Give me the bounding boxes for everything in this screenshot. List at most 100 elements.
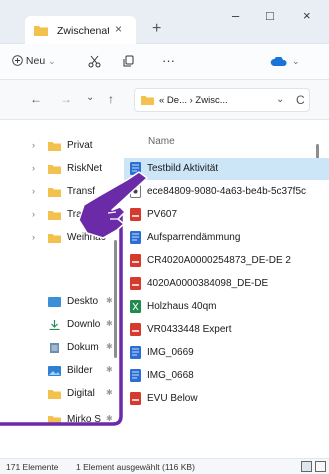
nav-item-pictures[interactable]: Bilder ✱ (20, 361, 120, 381)
file-name: Holzhaus 40qm (147, 301, 217, 312)
file-row[interactable]: 4020A0000384098_DE-DE (124, 273, 329, 295)
new-button-label: Neu (25, 55, 46, 67)
back-button[interactable]: ← (30, 92, 42, 106)
column-header-name[interactable]: Name (148, 136, 175, 147)
pictures-icon (48, 366, 61, 376)
chevron-down-icon: ⌄ (48, 56, 56, 66)
folder-icon (34, 26, 48, 36)
copy-icon[interactable] (122, 55, 135, 68)
maximize-button[interactable]: □ (266, 8, 274, 23)
title-bar: Zwischenat × + – □ × (0, 0, 329, 44)
file-name: CR4020A0000254873_DE-DE 2 (147, 255, 291, 266)
nav-item-risknet[interactable]: › RiskNet (20, 159, 120, 179)
file-name: Aufsparrendämmung (147, 232, 241, 243)
minimize-button[interactable]: – (232, 8, 239, 23)
nav-item-weihnachten[interactable]: › Weihnac (20, 228, 120, 248)
nav-item-downloads[interactable]: Downlo ✱ (20, 315, 120, 335)
nav-item-tra[interactable]: › Tra (20, 205, 120, 225)
folder-icon (48, 390, 61, 399)
pin-icon: ✱ (106, 414, 113, 423)
file-row[interactable]: Holzhaus 40qm (124, 296, 329, 318)
navigation-scrollbar[interactable] (114, 240, 117, 358)
file-list: Name Testbild Aktivität ece84809-9080-4a… (124, 120, 329, 458)
chevron-right-icon[interactable]: › (32, 232, 35, 242)
up-button[interactable]: ↑ (108, 92, 114, 106)
command-bar: Neu ⌄ ··· ⌄ (0, 44, 329, 80)
pin-icon: ✱ (106, 342, 113, 351)
file-row[interactable]: Testbild Aktivität (124, 158, 329, 180)
file-name: 4020A0000384098_DE-DE (147, 278, 269, 289)
refresh-icon[interactable]: C (296, 93, 305, 107)
onedrive-cloud-icon[interactable] (270, 57, 288, 67)
file-row[interactable]: IMG_0669 (124, 342, 329, 364)
nav-item-privat[interactable]: › Privat (20, 136, 120, 156)
forward-button[interactable]: → (60, 92, 72, 106)
tab-zwischenablage[interactable]: Zwischenat × (25, 16, 136, 44)
file-row[interactable]: Aufsparrendämmung (124, 227, 329, 249)
tab-title: Zwischenat (57, 25, 109, 37)
plus-circle-icon (12, 55, 23, 66)
chevron-down-icon[interactable]: ⌄ (276, 94, 284, 105)
chevron-right-icon[interactable]: › (32, 186, 35, 196)
file-name: IMG_0668 (147, 370, 194, 381)
address-path: « De... › Zwisc... (159, 95, 228, 106)
address-bar[interactable]: « De... › Zwisc... ⌄ C (134, 88, 310, 112)
address-row: ← → ⌄ ↑ « De... › Zwisc... ⌄ C (0, 80, 329, 120)
nav-item-digital[interactable]: Digital ✱ (20, 384, 120, 404)
details-view-button[interactable] (301, 461, 312, 472)
chevron-right-icon[interactable]: › (32, 163, 35, 173)
status-bar: 171 Elemente 1 Element ausgewählt (116 K… (0, 458, 329, 474)
file-name: Testbild Aktivität (147, 163, 219, 174)
tiles-view-button[interactable] (315, 461, 326, 472)
selection-info: 1 Element ausgewählt (116 KB) (76, 462, 195, 472)
document-icon (50, 343, 59, 353)
item-count: 171 Elemente (6, 462, 59, 472)
folder-icon (48, 211, 61, 220)
generic-file-icon (130, 185, 141, 198)
nav-item-label: Tra (67, 209, 82, 220)
folder-icon (48, 188, 61, 197)
folder-icon (141, 96, 154, 105)
nav-item-label: Privat (67, 140, 93, 151)
pdf-file-icon (130, 392, 141, 405)
file-row[interactable]: EVU Below (124, 388, 329, 410)
file-name: IMG_0669 (147, 347, 194, 358)
pdf-file-icon (130, 323, 141, 336)
new-button[interactable]: Neu ⌄ (12, 55, 56, 67)
recent-locations-button[interactable]: ⌄ (86, 92, 94, 103)
left-edge (0, 120, 20, 458)
word-document-icon (130, 369, 141, 382)
file-row[interactable]: CR4020A0000254873_DE-DE 2 (124, 250, 329, 272)
new-tab-button[interactable]: + (152, 20, 161, 38)
pin-icon: ✱ (106, 296, 113, 305)
chevron-right-icon[interactable]: › (32, 140, 35, 150)
pdf-file-icon (130, 277, 141, 290)
folder-icon (48, 234, 61, 243)
nav-item-desktop[interactable]: Deskto ✱ (20, 292, 120, 312)
nav-item-documents[interactable]: Dokum ✱ (20, 338, 120, 358)
navigation-pane: › Privat › RiskNet › Transf › Tra › Weih… (20, 120, 120, 458)
file-row[interactable]: VR0433448 Expert (124, 319, 329, 341)
chevron-right-icon[interactable]: › (32, 209, 35, 219)
folder-icon (48, 165, 61, 174)
close-tab-icon[interactable]: × (115, 22, 122, 36)
cut-icon[interactable] (88, 55, 101, 68)
more-options-button[interactable]: ··· (162, 53, 175, 68)
nav-item-label: Transf (67, 186, 95, 197)
file-row[interactable]: ece84809-9080-4a63-be4b-5c37f5c (124, 181, 329, 203)
pdf-file-icon (130, 254, 141, 267)
file-row[interactable]: IMG_0668 (124, 365, 329, 387)
download-icon (49, 320, 60, 330)
pin-icon: ✱ (106, 319, 113, 328)
nav-item-transfer[interactable]: › Transf (20, 182, 120, 202)
file-row[interactable]: PV607 (124, 204, 329, 226)
nav-item-label: Weihnac (67, 232, 106, 243)
nav-item-mirko[interactable]: Mirko S ✱ (20, 410, 120, 430)
close-window-button[interactable]: × (303, 8, 311, 23)
word-document-icon (130, 162, 141, 175)
chevron-down-icon[interactable]: ⌄ (292, 56, 300, 67)
folder-icon (48, 142, 61, 151)
file-name: ece84809-9080-4a63-be4b-5c37f5c (147, 186, 307, 197)
pdf-file-icon (130, 208, 141, 221)
desktop-icon (48, 297, 61, 307)
